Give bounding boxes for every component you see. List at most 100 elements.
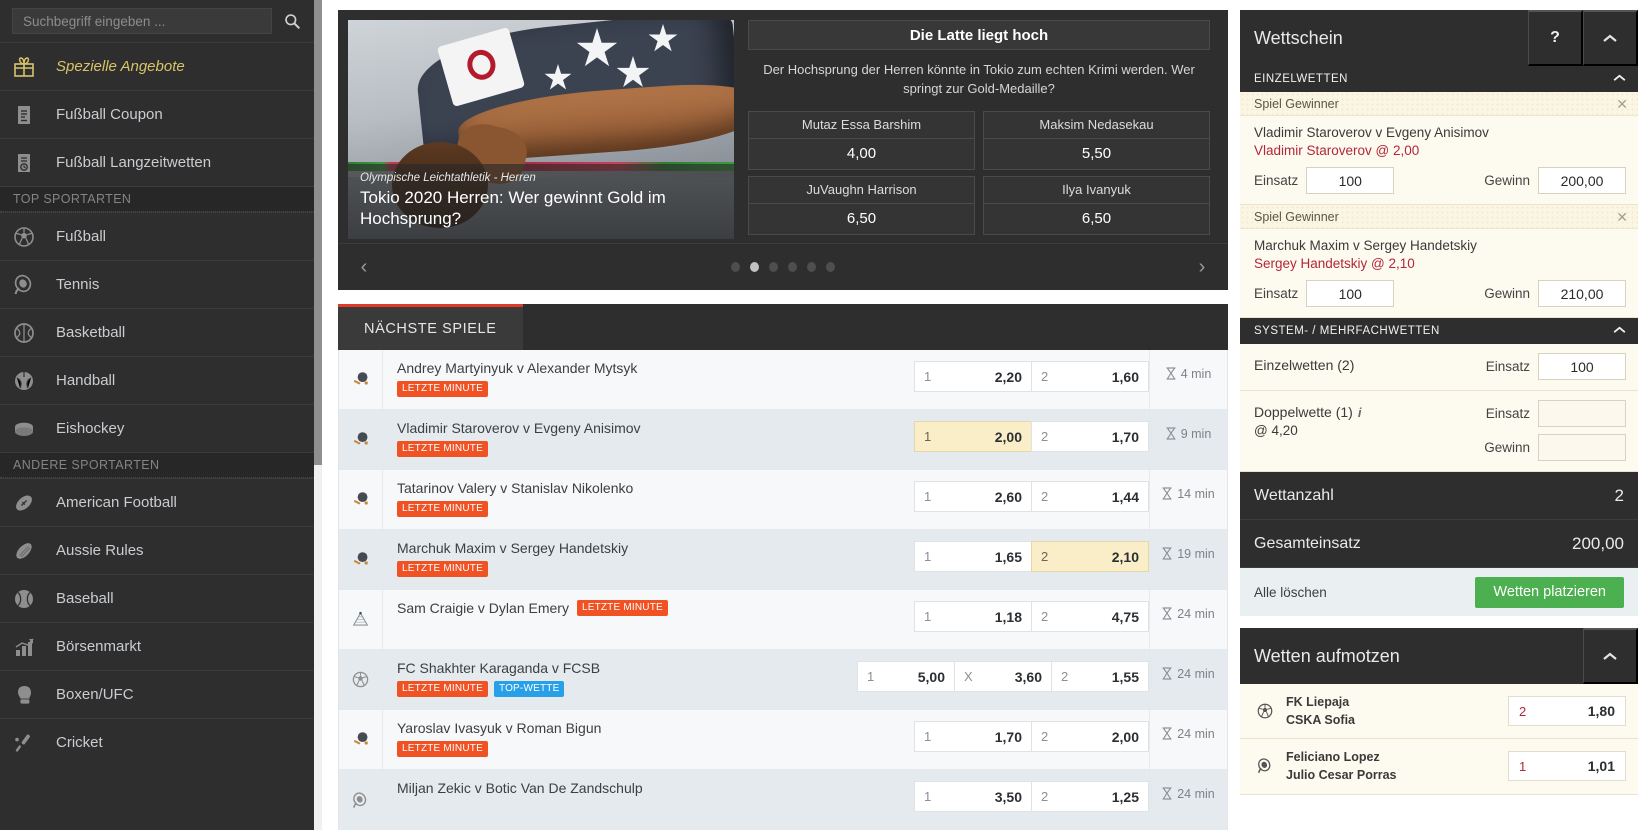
win-input[interactable] (1538, 280, 1626, 307)
close-icon[interactable]: ✕ (1616, 210, 1628, 224)
search-input[interactable] (12, 8, 272, 34)
close-icon[interactable]: ✕ (1616, 97, 1628, 111)
odds-button[interactable]: 2 4,75 (1031, 601, 1149, 632)
table-row[interactable]: Yaroslav Ivasyuk v Roman Bigun LETZTE MIN… (339, 710, 1227, 770)
badge-row: LETZTE MINUTE (397, 741, 907, 757)
odds-button[interactable]: 1 2,00 (914, 421, 1032, 452)
sidebar-item-spezielle-angebote[interactable]: Spezielle Angebote (0, 42, 322, 90)
table-row[interactable]: Tatarinov Valery v Stanislav Nikolenko LE… (339, 470, 1227, 530)
carousel-dot[interactable] (807, 262, 816, 272)
bet-boost-row[interactable]: Feliciano Lopez Julio Cesar Porras 1 1,01 (1240, 739, 1638, 795)
bet-boost-row[interactable]: FK Liepaja CSKA Sofia 2 1,80 (1240, 684, 1638, 740)
table-row[interactable]: Andrey Martyinyuk v Alexander Mytsyk LETZ… (339, 350, 1227, 410)
sidebar-item-b-rsenmarkt[interactable]: Börsenmarkt (0, 622, 322, 670)
table-row[interactable]: FC Shakhter Karaganda v FCSB LETZTE MINUT… (339, 650, 1227, 710)
help-icon[interactable]: ? (1528, 10, 1583, 66)
stake-input[interactable] (1538, 400, 1626, 427)
win-input[interactable] (1538, 167, 1626, 194)
table-row[interactable]: Sam Craigie v Dylan Emery LETZTE MINUTE 1 1… (339, 590, 1227, 650)
sidebar-item-boxen-ufc[interactable]: Boxen/UFC (0, 670, 322, 718)
search-icon[interactable] (272, 5, 312, 37)
multiples-section-header[interactable]: SYSTEM- / MEHRFACHWETTEN (1240, 318, 1638, 344)
odds-button[interactable]: 2 1,55 (1051, 661, 1149, 692)
carousel-dot[interactable] (788, 262, 797, 272)
sidebar-item-aussie-rules[interactable]: Aussie Rules (0, 526, 322, 574)
promo-selection-odds[interactable]: 5,50 (984, 139, 1209, 169)
odds-button[interactable]: X 3,60 (954, 661, 1052, 692)
sidebar-item-fu-ball-langzeitwetten[interactable]: Fußball Langzeitwetten (0, 138, 322, 186)
odds-button[interactable]: 1 5,00 (857, 661, 955, 692)
betslip-collapse-chevron-up-icon[interactable] (1583, 10, 1638, 66)
promo-selection-odds[interactable]: 6,50 (749, 204, 974, 234)
sidebar-item-eishockey[interactable]: Eishockey (0, 404, 322, 452)
sidebar-scrollbar-thumb[interactable] (314, 0, 322, 465)
match-info: Marchuk Maxim v Sergey Handetskiy LETZTE … (383, 530, 915, 589)
odds-value: 2,00 (1111, 728, 1139, 745)
sidebar-item-fu-ball-coupon[interactable]: Fußball Coupon (0, 90, 322, 138)
promo-selection[interactable]: JuVaughn Harrison 6,50 (748, 175, 975, 235)
table-row[interactable]: Vladimir Staroverov v Evgeny Anisimov LET… (339, 410, 1227, 470)
odds-button[interactable]: 2 1,44 (1031, 481, 1149, 512)
singles-collapse-chevron-up-icon[interactable] (1613, 73, 1626, 85)
carousel-dot[interactable] (826, 262, 835, 272)
stake-input[interactable] (1306, 280, 1395, 307)
bet-boost-collapse-chevron-up-icon[interactable] (1583, 628, 1638, 684)
promo-image[interactable]: Olympische Leichtathletik - Herren Tokio… (348, 20, 734, 239)
odds-button[interactable]: 1 1,70 (914, 721, 1032, 752)
sidebar-item-baseball[interactable]: Baseball (0, 574, 322, 622)
multiples-collapse-chevron-up-icon[interactable] (1613, 325, 1626, 337)
carousel-dot[interactable] (731, 262, 740, 272)
stake-input[interactable] (1538, 353, 1626, 380)
boxing-glove-icon (12, 683, 56, 707)
table-row[interactable]: Miljan Zekic v Botic Van De Zandschulp 1 3… (339, 770, 1227, 830)
sidebar-item-label: Boxen/UFC (56, 686, 134, 703)
odds-button[interactable]: 2 1,25 (1031, 781, 1149, 812)
odds-button[interactable]: 1 2,60 (914, 481, 1032, 512)
promo-selection[interactable]: Mutaz Essa Barshim 4,00 (748, 110, 975, 170)
sidebar-item-handball[interactable]: Handball (0, 356, 322, 404)
sidebar-item-basketball[interactable]: Basketball (0, 308, 322, 356)
sidebar-scrollbar-track[interactable] (314, 0, 322, 830)
odds-button[interactable]: 2 2,10 (1031, 541, 1149, 572)
bet-count-value: 2 (1614, 485, 1624, 505)
sidebar-item-tennis[interactable]: Tennis (0, 260, 322, 308)
odds-button[interactable]: 1 2,20 (914, 361, 1032, 392)
promo-selection[interactable]: Ilya Ivanyuk 6,50 (983, 175, 1210, 235)
odds-value: 1,60 (1111, 368, 1139, 385)
hourglass-icon (1162, 667, 1173, 683)
odds-button[interactable]: 1 3,50 (914, 781, 1032, 812)
tab-naechste-spiele[interactable]: NÄCHSTE SPIELE (338, 304, 523, 350)
carousel-next-icon[interactable]: › (1182, 244, 1222, 290)
bet-boost-header: Wetten aufmotzen (1240, 628, 1638, 684)
carousel-prev-icon[interactable]: ‹ (344, 244, 384, 290)
sidebar-item-fu-ball[interactable]: Fußball (0, 212, 322, 260)
match-time-value: 4 min (1180, 367, 1212, 381)
boost-odds-button[interactable]: 1 1,01 (1508, 751, 1626, 782)
carousel-dot[interactable] (750, 262, 759, 272)
promo-selection-odds[interactable]: 6,50 (984, 204, 1209, 234)
boost-odds-button[interactable]: 2 1,80 (1508, 696, 1626, 727)
stake-input[interactable] (1306, 167, 1395, 194)
coupon-icon (12, 103, 56, 127)
info-icon[interactable]: i (1358, 405, 1362, 420)
promo-selection[interactable]: Maksim Nedasekau 5,50 (983, 110, 1210, 170)
singles-section-header[interactable]: EINZELWETTEN (1240, 66, 1638, 92)
bet-boost-title: Wetten aufmotzen (1254, 645, 1400, 666)
carousel-dot[interactable] (769, 262, 778, 272)
odds-button[interactable]: 2 1,70 (1031, 421, 1149, 452)
odds-button[interactable]: 1 1,65 (914, 541, 1032, 572)
odds-button[interactable]: 2 2,00 (1031, 721, 1149, 752)
odds-button[interactable]: 1 1,18 (914, 601, 1032, 632)
odds-button[interactable]: 2 1,60 (1031, 361, 1149, 392)
win-input[interactable] (1538, 434, 1626, 461)
sidebar-item-american-football[interactable]: American Football (0, 478, 322, 526)
table-row[interactable]: Marchuk Maxim v Sergey Handetskiy LETZTE … (339, 530, 1227, 590)
clear-all-button[interactable]: Alle löschen (1254, 585, 1327, 600)
place-bets-button[interactable]: Wetten platzieren (1475, 576, 1624, 608)
market-key: 2 (1041, 729, 1049, 744)
promo-selection-odds[interactable]: 4,00 (749, 139, 974, 169)
market-key: 1 (924, 609, 932, 624)
hourglass-icon (1162, 487, 1173, 503)
sidebar-item-cricket[interactable]: Cricket (0, 718, 322, 766)
odds-group: 1 3,50 2 1,25 (914, 770, 1149, 830)
